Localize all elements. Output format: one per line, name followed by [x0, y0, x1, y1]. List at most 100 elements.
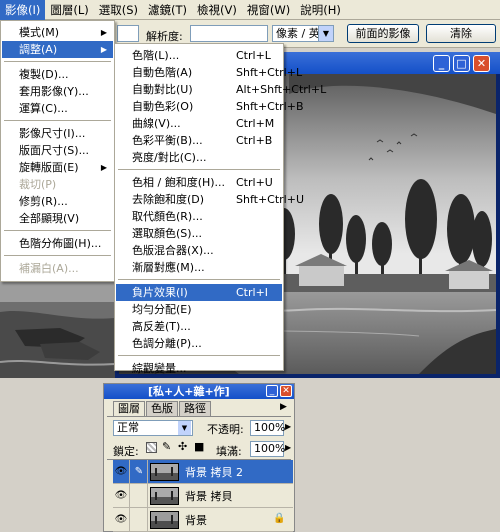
layer-row[interactable]: 👁 背景 🔒	[113, 508, 293, 532]
fill-label: 填滿:	[216, 445, 242, 458]
eye-icon[interactable]: 👁	[113, 484, 130, 507]
menu-item[interactable]: 取代顏色(R)...	[116, 208, 282, 225]
eye-icon[interactable]: 👁	[113, 508, 130, 531]
menu-item-label: 漸層對應(M)...	[132, 261, 205, 274]
menu-item-label: 補漏白(A)...	[19, 262, 79, 275]
resolution-field[interactable]	[190, 25, 268, 42]
front-image-button[interactable]: 前面的影像	[347, 24, 419, 43]
menu-2[interactable]: 選取(S)	[94, 0, 143, 20]
menu-item-shortcut: Ctrl+U	[236, 176, 273, 189]
tab-channels[interactable]: 色版	[146, 401, 178, 416]
menu-item[interactable]: 選取顏色(S)...	[116, 225, 282, 242]
menu-item[interactable]: 旋轉版面(E) ▶	[2, 159, 113, 176]
menu-0[interactable]: 影像(I)	[0, 0, 46, 20]
lock-all-icon[interactable]: ■	[194, 440, 204, 453]
menu-item[interactable]: 自動對比(U) Alt+Shft+Ctrl+L	[116, 81, 326, 98]
menu-separator	[118, 169, 280, 170]
menu-item[interactable]: 色調分離(P)...	[116, 335, 282, 352]
chevron-down-icon: ▼	[318, 26, 333, 41]
layer-thumbnail	[150, 511, 179, 529]
menu-item[interactable]: 色相 / 飽和度(H)... Ctrl+U	[116, 174, 282, 191]
layers-panel-title: [私+人+雜+作]	[148, 385, 230, 398]
fill-arrow-icon[interactable]: ▶	[285, 443, 291, 452]
menu-3[interactable]: 濾鏡(T)	[143, 0, 192, 20]
close-icon[interactable]: ✕	[280, 385, 292, 397]
menu-item-shortcut: Ctrl+B	[236, 134, 273, 147]
menu-separator	[4, 255, 111, 256]
brush-slot	[131, 484, 148, 507]
close-icon[interactable]: ✕	[473, 55, 490, 72]
lock-transparency-icon[interactable]	[146, 442, 157, 453]
menu-item[interactable]: 複製(D)...	[2, 66, 113, 83]
menu-1[interactable]: 圖層(L)	[45, 0, 93, 20]
menu-item[interactable]: 亮度/對比(C)...	[116, 149, 282, 166]
tab-layers[interactable]: 圖層	[113, 401, 145, 416]
minimize-icon[interactable]: _	[266, 385, 278, 397]
menu-item[interactable]: 均勻分配(E)	[116, 301, 282, 318]
clear-button[interactable]: 清除	[426, 24, 496, 43]
menu-6[interactable]: 說明(H)	[295, 0, 346, 20]
menu-item: 補漏白(A)...	[2, 260, 113, 277]
menu-item[interactable]: 漸層對應(M)...	[116, 259, 282, 276]
menu-item-label: 色版混合器(X)...	[132, 244, 214, 257]
fill-field[interactable]: 100%	[250, 441, 285, 457]
tab-divider	[107, 416, 291, 417]
menu-item[interactable]: 負片效果(I) Ctrl+I	[116, 284, 282, 301]
menu-item-shortcut: Shft+Ctrl+L	[236, 66, 303, 79]
menu-item[interactable]: 色階(L)... Ctrl+L	[116, 47, 282, 64]
menu-item[interactable]: 全部顯現(V)	[2, 210, 113, 227]
blend-mode-select[interactable]: 正常 ▼	[113, 420, 193, 436]
menu-item[interactable]: 綜觀變量...	[116, 360, 282, 377]
menu-item[interactable]: 版面尺寸(S)...	[2, 142, 113, 159]
menu-item[interactable]: 色彩平衡(B)... Ctrl+B	[116, 132, 282, 149]
boats-image	[0, 282, 115, 378]
layers-panel-titlebar[interactable]: [私+人+雜+作] _ ✕	[104, 384, 294, 399]
menu-item-label: 曲線(V)...	[132, 117, 181, 130]
menu-item-shortcut: Ctrl+I	[236, 286, 269, 299]
menu-item[interactable]: 高反差(T)...	[116, 318, 282, 335]
menu-item[interactable]: 運算(C)...	[2, 100, 113, 117]
menu-item-label: 自動對比(U)	[132, 83, 193, 96]
menu-item[interactable]: 色階分佈圖(H)...	[2, 235, 113, 252]
menu-4[interactable]: 檢視(V)	[192, 0, 242, 20]
menu-item-label: 取代顏色(R)...	[132, 210, 203, 223]
menu-item-label: 色階分佈圖(H)...	[19, 237, 102, 250]
maximize-icon[interactable]: □	[453, 55, 470, 72]
units-select[interactable]: 像素 / 英寸 ▼	[272, 25, 334, 42]
menu-item[interactable]: 自動色階(A) Shft+Ctrl+L	[116, 64, 302, 81]
menu-item-label: 調整(A)	[19, 43, 58, 56]
menu-item[interactable]: 套用影像(Y)...	[2, 83, 113, 100]
panel-menu-arrow-icon[interactable]: ▶	[280, 402, 287, 412]
menu-item-label: 均勻分配(E)	[132, 303, 192, 316]
menu-5[interactable]: 視窗(W)	[242, 0, 295, 20]
opacity-arrow-icon[interactable]: ▶	[285, 422, 291, 431]
menu-item[interactable]: 影像尺寸(I)...	[2, 125, 113, 142]
menu-item-label: 修剪(R)...	[19, 195, 68, 208]
layer-name: 背景 拷貝	[185, 490, 233, 503]
chevron-down-icon: ▼	[178, 421, 191, 435]
menu-item[interactable]: 曲線(V)... Ctrl+M	[116, 115, 282, 132]
menu-item[interactable]: 模式(M) ▶	[2, 24, 113, 41]
layer-row[interactable]: 👁 背景 拷貝	[113, 484, 293, 508]
lock-move-icon[interactable]: ✣	[178, 440, 187, 453]
menu-item[interactable]: 色版混合器(X)...	[116, 242, 282, 259]
lock-icon: 🔒	[273, 513, 286, 524]
menu-item-label: 運算(C)...	[19, 102, 68, 115]
width-field-partial[interactable]	[117, 25, 139, 42]
menu-item[interactable]: 去除飽和度(D) Shft+Ctrl+U	[116, 191, 304, 208]
lock-brush-icon[interactable]: ✎	[162, 440, 171, 453]
brush-slot	[131, 508, 148, 531]
menu-item-label: 選取顏色(S)...	[132, 227, 203, 240]
menu-separator	[4, 120, 111, 121]
minimize-icon[interactable]: _	[433, 55, 450, 72]
menu-item-label: 旋轉版面(E)	[19, 161, 79, 174]
layer-row[interactable]: 👁 ✎ 背景 拷貝 2	[113, 460, 293, 484]
menu-item-label: 高反差(T)...	[132, 320, 191, 333]
menu-item[interactable]: 調整(A) ▶	[2, 41, 113, 58]
menu-item[interactable]: 自動色彩(O) Shft+Ctrl+B	[116, 98, 304, 115]
menu-item[interactable]: 修剪(R)...	[2, 193, 113, 210]
menu-separator	[4, 61, 111, 62]
opacity-field[interactable]: 100%	[250, 420, 285, 436]
eye-icon[interactable]: 👁	[113, 460, 130, 483]
tab-paths[interactable]: 路徑	[179, 401, 211, 416]
